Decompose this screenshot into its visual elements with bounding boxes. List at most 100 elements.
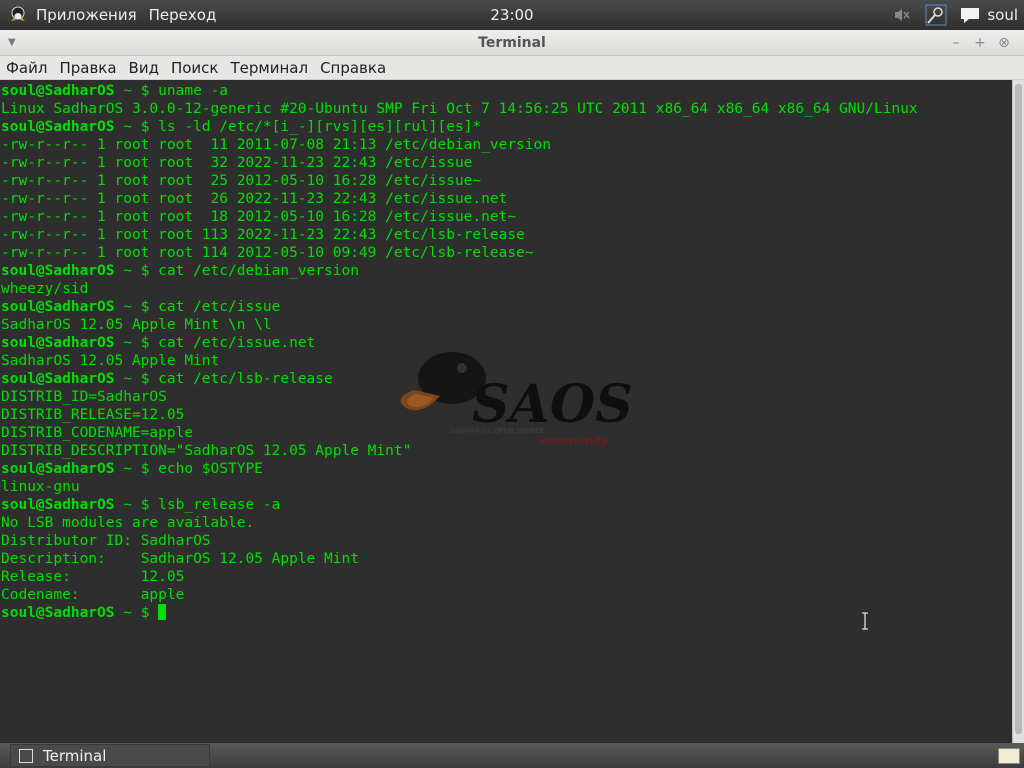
window-title: Terminal [478, 35, 546, 51]
menu-edit[interactable]: Правка [53, 59, 122, 77]
command-text: cat /etc/issue.net [158, 335, 316, 351]
window-buttons: – + ⊗ [944, 30, 1016, 56]
top-panel: Приложения Переход 23:00 soul [0, 0, 1024, 30]
bottom-taskbar: Terminal [0, 743, 1024, 768]
prompt-user: soul@SadharOS [1, 119, 115, 135]
output-line: DISTRIB_CODENAME=apple [1, 424, 918, 442]
output-text: DISTRIB_CODENAME=apple [1, 425, 194, 441]
output-text: -rw-r--r-- 1 root root 26 2022-11-23 22:… [1, 191, 508, 207]
output-line: DISTRIB_RELEASE=12.05 [1, 406, 918, 424]
output-line: SadharOS 12.05 Apple Mint \n \l [1, 316, 918, 334]
output-line: -rw-r--r-- 1 root root 18 2012-05-10 16:… [1, 208, 918, 226]
user-menu[interactable]: soul [987, 6, 1018, 24]
system-tray: soul [879, 0, 1018, 30]
output-line: SadharOS 12.05 Apple Mint [1, 352, 918, 370]
prompt-line: soul@SadharOS ~ $ cat /etc/debian_versio… [1, 262, 918, 280]
output-line: DISTRIB_DESCRIPTION="SadharOS 12.05 Appl… [1, 442, 918, 460]
prompt-user: soul@SadharOS [1, 263, 115, 279]
output-line: DISTRIB_ID=SadharOS [1, 388, 918, 406]
command-text: cat /etc/debian_version [158, 263, 359, 279]
output-text: wheezy/sid [1, 281, 89, 297]
prompt-symbol: ~ $ [114, 83, 159, 99]
output-line: -rw-r--r-- 1 root root 25 2012-05-10 16:… [1, 172, 918, 190]
output-text: DISTRIB_DESCRIPTION="SadharOS 12.05 Appl… [1, 443, 412, 459]
window-titlebar[interactable]: ▼ Terminal – + ⊗ [0, 30, 1024, 56]
output-text: -rw-r--r-- 1 root root 11 2011-07-08 21:… [1, 137, 551, 153]
prompt-user: soul@SadharOS [1, 371, 115, 387]
menu-view[interactable]: Вид [123, 59, 165, 77]
minimize-button[interactable]: – [944, 30, 968, 56]
chat-icon[interactable] [959, 4, 981, 26]
output-text: -rw-r--r-- 1 root root 32 2022-11-23 22:… [1, 155, 473, 171]
prompt-symbol: ~ $ [114, 605, 159, 621]
output-line: -rw-r--r-- 1 root root 32 2022-11-23 22:… [1, 154, 918, 172]
output-line: wheezy/sid [1, 280, 918, 298]
output-text: -rw-r--r-- 1 root root 114 2012-05-10 09… [1, 245, 534, 261]
panel-menu: Приложения Переход [0, 0, 228, 30]
prompt-line: soul@SadharOS ~ $ cat /etc/issue [1, 298, 918, 316]
output-line: -rw-r--r-- 1 root root 11 2011-07-08 21:… [1, 136, 918, 154]
distro-logo-icon[interactable] [8, 5, 28, 25]
prompt-user: soul@SadharOS [1, 461, 115, 477]
prompt-user: soul@SadharOS [1, 335, 115, 351]
close-button[interactable]: ⊗ [992, 30, 1016, 56]
terminal-icon [19, 748, 33, 763]
terminal-scrollbar[interactable] [1012, 80, 1024, 743]
menu-search[interactable]: Поиск [165, 59, 225, 77]
taskbar-item-terminal[interactable]: Terminal [10, 744, 210, 767]
output-line: Linux SadharOS 3.0.0-12-generic #20-Ubun… [1, 100, 918, 118]
command-text: echo $OSTYPE [158, 461, 263, 477]
prompt-symbol: ~ $ [114, 299, 159, 315]
prompt-line: soul@SadharOS ~ $ echo $OSTYPE [1, 460, 918, 478]
menu-terminal[interactable]: Терминал [224, 59, 314, 77]
output-line: -rw-r--r-- 1 root root 26 2022-11-23 22:… [1, 190, 918, 208]
prompt-symbol: ~ $ [114, 119, 159, 135]
output-text: Release: 12.05 [1, 569, 185, 585]
output-text: SadharOS 12.05 Apple Mint [1, 353, 220, 369]
window-menu-icon[interactable]: ▼ [8, 30, 16, 56]
output-line: Codename: apple [1, 586, 918, 604]
text-cursor-icon [862, 612, 868, 630]
terminal-menubar: Файл Правка Вид Поиск Терминал Справка [0, 56, 1024, 80]
command-text: lsb_release -a [158, 497, 281, 513]
menu-help[interactable]: Справка [314, 59, 392, 77]
output-line: No LSB modules are available. [1, 514, 918, 532]
command-text: cat /etc/lsb-release [158, 371, 333, 387]
output-text: Distributor ID: SadharOS [1, 533, 211, 549]
prompt-line: soul@SadharOS ~ $ cat /etc/issue.net [1, 334, 918, 352]
prompt-user: soul@SadharOS [1, 299, 115, 315]
output-line: Distributor ID: SadharOS [1, 532, 918, 550]
output-text: SadharOS 12.05 Apple Mint \n \l [1, 317, 272, 333]
output-text: No LSB modules are available. [1, 515, 255, 531]
output-line: Description: SadharOS 12.05 Apple Mint [1, 550, 918, 568]
prompt-user: soul@SadharOS [1, 605, 115, 621]
menu-file[interactable]: Файл [0, 59, 53, 77]
network-icon[interactable] [925, 4, 947, 26]
command-text: ls -ld /etc/*[i_-][rvs][es][rul][es]* [158, 119, 482, 135]
prompt-symbol: ~ $ [114, 335, 159, 351]
output-text: -rw-r--r-- 1 root root 18 2012-05-10 16:… [1, 209, 517, 225]
terminal-output: soul@SadharOS ~ $ uname -a Linux SadharOS… [1, 82, 918, 622]
prompt-user: soul@SadharOS [1, 83, 115, 99]
command-text: cat /etc/issue [158, 299, 281, 315]
prompt-symbol: ~ $ [114, 497, 159, 513]
terminal-view[interactable]: SAOS SADHAR OS OPEN SOURCE community sou… [0, 80, 1012, 743]
command-text: uname -a [158, 83, 228, 99]
output-line: linux-gnu [1, 478, 918, 496]
menu-applications[interactable]: Приложения [36, 6, 137, 24]
prompt-line: soul@SadharOS ~ $ cat /etc/lsb-release [1, 370, 918, 388]
volume-muted-icon[interactable] [891, 4, 913, 26]
output-text: -rw-r--r-- 1 root root 25 2012-05-10 16:… [1, 173, 482, 189]
prompt-line: soul@SadharOS ~ $ [1, 604, 918, 622]
terminal-cursor [158, 604, 167, 620]
scrollbar-thumb[interactable] [1015, 84, 1022, 734]
output-text: Description: SadharOS 12.05 Apple Mint [1, 551, 359, 567]
output-line: -rw-r--r-- 1 root root 113 2022-11-23 22… [1, 226, 918, 244]
prompt-symbol: ~ $ [114, 461, 159, 477]
output-text: DISTRIB_ID=SadharOS [1, 389, 167, 405]
workspace-switcher[interactable] [998, 748, 1020, 764]
maximize-button[interactable]: + [968, 30, 992, 56]
taskbar-item-label: Terminal [43, 746, 107, 765]
prompt-line: soul@SadharOS ~ $ ls -ld /etc/*[i_-][rvs… [1, 118, 918, 136]
menu-places[interactable]: Переход [149, 6, 217, 24]
